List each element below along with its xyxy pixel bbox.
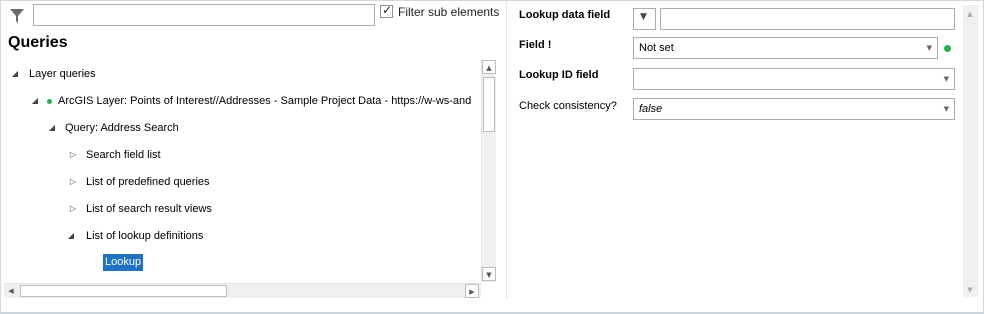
field-select-value: Not set <box>639 42 674 54</box>
collapsed-arrow-icon[interactable]: ▷ <box>68 198 78 220</box>
lookup-id-field-label: Lookup ID field <box>519 69 599 81</box>
tree-node-label: List of predefined queries <box>86 176 210 188</box>
tree-node-label: Query: Address Search <box>65 122 179 134</box>
expanded-arrow-icon[interactable]: ◢ <box>10 63 20 85</box>
left-panel: Filter sub elements Queries ◢ Layer quer… <box>0 0 506 300</box>
status-dot-icon <box>944 45 951 52</box>
panel-divider[interactable] <box>506 0 507 300</box>
queries-tree: ◢ Layer queries ◢ ArcGIS Layer: Points o… <box>3 60 481 282</box>
lookup-data-field-dropdown-button[interactable] <box>633 8 656 30</box>
check-consistency-select[interactable]: false ▼ <box>633 98 955 120</box>
scroll-up-icon[interactable]: ▲ <box>963 7 977 21</box>
scroll-thumb[interactable] <box>483 77 495 132</box>
scroll-down-icon[interactable]: ▼ <box>963 283 977 297</box>
collapsed-arrow-icon[interactable]: ▷ <box>68 144 78 166</box>
status-dot-icon <box>47 99 52 104</box>
filter-input[interactable] <box>33 4 375 26</box>
lookup-data-field-label: Lookup data field <box>519 9 611 21</box>
scroll-down-icon[interactable]: ▼ <box>482 267 496 281</box>
expanded-arrow-icon[interactable]: ◢ <box>30 90 40 112</box>
panel-title: Queries <box>8 34 68 51</box>
chevron-down-icon: ▼ <box>943 105 949 113</box>
expanded-arrow-icon[interactable]: ◢ <box>66 225 76 247</box>
collapsed-arrow-icon[interactable]: ▷ <box>68 171 78 193</box>
lookup-id-field-select[interactable]: ▼ <box>633 68 955 90</box>
scroll-thumb[interactable] <box>20 285 227 297</box>
check-consistency-label: Check consistency? <box>519 100 617 112</box>
field-label: Field ! <box>519 39 552 51</box>
scroll-up-icon[interactable]: ▲ <box>482 60 496 74</box>
tree-node-label: List of lookup definitions <box>86 230 204 242</box>
scroll-left-icon[interactable]: ◀ <box>4 284 18 298</box>
tree-node-label: ArcGIS Layer: Points of Interest//Addres… <box>58 95 472 107</box>
filter-sub-elements-label: Filter sub elements <box>398 5 500 19</box>
tree-node-label: Search field list <box>86 149 161 161</box>
tree-node-label: List of search result views <box>86 203 212 215</box>
tree-node-label: Layer queries <box>29 68 96 80</box>
expanded-arrow-icon[interactable]: ◢ <box>47 117 57 139</box>
tree-node-label-selected: Lookup <box>103 254 144 271</box>
filter-sub-elements-checkbox[interactable] <box>380 3 393 18</box>
field-select[interactable]: Not set ▼ <box>633 37 938 59</box>
chevron-down-icon: ▼ <box>943 75 949 83</box>
check-consistency-value: false <box>639 103 663 115</box>
filter-icon[interactable] <box>8 7 26 25</box>
chevron-down-icon: ▼ <box>926 44 932 52</box>
lookup-data-field-input[interactable] <box>660 8 955 30</box>
tree-vertical-scrollbar[interactable]: ▲ ▼ <box>481 60 496 282</box>
scroll-right-icon[interactable]: ▶ <box>465 284 479 298</box>
tree-horizontal-scrollbar[interactable]: ◀ ▶ <box>4 283 481 298</box>
properties-vertical-scrollbar[interactable]: ▲ ▼ <box>963 5 978 297</box>
